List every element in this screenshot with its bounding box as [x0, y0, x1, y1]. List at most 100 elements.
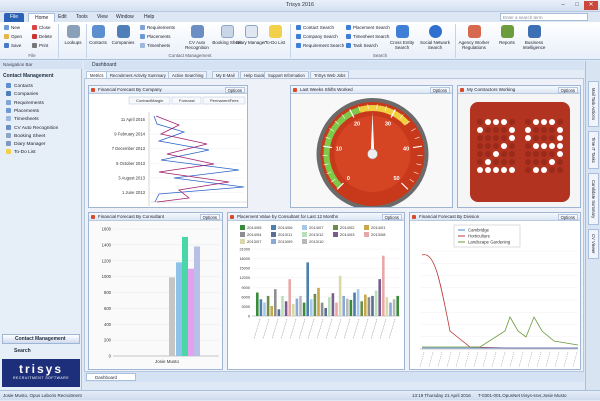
- tab-help[interactable]: Help: [138, 13, 160, 22]
- requirement-search-button[interactable]: Requirement Search: [296, 43, 344, 48]
- open-button[interactable]: Open: [4, 34, 22, 39]
- led-dot: [525, 159, 531, 165]
- led-dot: [501, 135, 507, 141]
- right-tab-cv-viewer[interactable]: CV Viewer: [588, 229, 599, 259]
- x-category-label-placeholder: [371, 319, 377, 339]
- bar: [176, 262, 182, 356]
- tab-file[interactable]: File: [4, 13, 24, 22]
- x-category-label-placeholder: [317, 319, 323, 339]
- right-tab-candidate-summary[interactable]: Candidate Summary: [588, 173, 599, 225]
- x-tick-label-placeholder: [537, 352, 541, 367]
- led-panel: [470, 102, 570, 202]
- timesheets-button[interactable]: Timesheets: [140, 43, 170, 48]
- bottom-tab-dashboard[interactable]: Dashboard: [86, 373, 136, 381]
- nav-item-companies[interactable]: Companies: [6, 91, 38, 97]
- led-dot: [525, 151, 531, 157]
- cv-auto-button[interactable]: CV Auto Recognition: [180, 25, 214, 50]
- tab-support-information[interactable]: Support Information: [264, 71, 309, 78]
- date-tick-label: 3 August 2013: [118, 175, 145, 180]
- company-search-label: Company Search: [303, 34, 338, 39]
- requirements-button[interactable]: Requirements: [140, 25, 175, 30]
- led-dot: [493, 135, 499, 141]
- task-search-button[interactable]: Task Search: [346, 43, 378, 48]
- tab-window[interactable]: Window: [110, 13, 140, 22]
- date-tick-label: 9 February 2014: [114, 132, 145, 137]
- led-dot: [501, 159, 507, 165]
- contact-search-label: Contact Search: [303, 25, 334, 30]
- cross-entity-search-button[interactable]: Cross Entity Search: [386, 25, 418, 50]
- contacts-label: Contacts: [89, 40, 107, 45]
- search-input[interactable]: Enter a search term: [500, 13, 588, 21]
- delete-button[interactable]: Delete: [32, 34, 52, 39]
- nav-item-contacts[interactable]: Contacts: [6, 83, 33, 89]
- panel-title: Placement Value by Consultant for Last 1…: [237, 214, 338, 219]
- close-icon[interactable]: ✕: [584, 1, 598, 10]
- options-button[interactable]: Options: [558, 214, 578, 220]
- nav-contact-management-button[interactable]: Contact Management: [2, 334, 80, 344]
- placements-button[interactable]: Placements: [140, 34, 171, 39]
- x-tick-label-placeholder: [528, 352, 532, 367]
- chart-icon: [230, 215, 234, 219]
- nav-item-icon: [6, 116, 11, 121]
- legend-label: Forecast: [179, 98, 195, 103]
- placement-search-button[interactable]: Placement Search: [346, 25, 390, 30]
- x-tick-label-placeholder: [492, 352, 496, 367]
- nav-item-booking-sheet[interactable]: Booking Sheet: [6, 133, 45, 139]
- reports-icon: [501, 25, 514, 38]
- x-category-label-placeholder: [353, 319, 359, 339]
- legend-swatch: [333, 232, 338, 237]
- options-button[interactable]: Options: [225, 87, 245, 93]
- y-tick-label: 3000: [242, 305, 250, 309]
- tab-active-searching[interactable]: Active Searching: [168, 71, 207, 78]
- tab-trisys-web-jobs[interactable]: TriSys Web Jobs: [310, 71, 349, 78]
- tab-recruitment-activity-summary[interactable]: Recruitment Activity Summary: [106, 71, 170, 78]
- social-network-search-button[interactable]: Social Network Search: [418, 25, 452, 50]
- led-dot: [533, 151, 539, 157]
- led-dot: [509, 159, 515, 165]
- save-button[interactable]: Save: [4, 43, 21, 48]
- bar: [368, 297, 371, 316]
- nav-item-timesheets[interactable]: Timesheets: [6, 116, 39, 122]
- logo-word: trisys: [2, 359, 80, 376]
- legend-label: 2014/06: [278, 225, 293, 230]
- maximize-icon[interactable]: □: [570, 1, 584, 10]
- led-dot: [485, 151, 491, 157]
- nav-item-icon: [6, 133, 11, 138]
- options-button[interactable]: Options: [558, 87, 578, 93]
- companies-button[interactable]: Companies: [108, 25, 138, 45]
- business-intelligence-button[interactable]: Business Intelligence: [516, 25, 552, 50]
- print-button[interactable]: Print: [32, 43, 48, 48]
- led-dot: [477, 143, 483, 149]
- nav-search-button[interactable]: Search: [2, 346, 80, 356]
- print-label: Print: [39, 43, 48, 48]
- nav-item-placements[interactable]: Placements: [6, 108, 39, 114]
- bar: [364, 295, 367, 316]
- nav-item-label: Booking Sheet: [14, 134, 45, 139]
- company-search-button[interactable]: Company Search: [296, 34, 338, 39]
- contact-search-button[interactable]: Contact Search: [296, 25, 334, 30]
- nav-item-cv-auto-recognition[interactable]: CV Auto Recognition: [6, 125, 58, 131]
- options-button[interactable]: Options: [200, 214, 220, 220]
- led-dot: [509, 151, 515, 157]
- gauge-icon: [293, 88, 297, 92]
- options-button[interactable]: Options: [430, 87, 450, 93]
- nav-item-requirements[interactable]: Requirements: [6, 100, 44, 106]
- bar: [339, 276, 342, 316]
- timesheet-search-button[interactable]: Timesheet Search: [346, 34, 389, 39]
- close-button[interactable]: Close: [32, 25, 51, 30]
- right-tab-time-it-tasks[interactable]: Time IT Tasks: [588, 131, 599, 169]
- bar: [357, 289, 360, 316]
- agency-worker-button[interactable]: Agency Worker Regulations: [456, 25, 492, 50]
- bar: [324, 308, 327, 316]
- tab-metrics[interactable]: Metrics: [86, 71, 108, 78]
- right-tab-mail-task-actions[interactable]: Mail Task Actions: [588, 81, 599, 127]
- bar: [328, 297, 331, 316]
- new-button[interactable]: New: [4, 25, 20, 30]
- nav-item-diary-manager[interactable]: Diary Manager: [6, 141, 45, 147]
- minimize-icon[interactable]: –: [556, 1, 570, 10]
- options-button[interactable]: Options: [382, 214, 402, 220]
- led-dot: [485, 135, 491, 141]
- todo-list-button[interactable]: To-Do List: [260, 25, 290, 45]
- tab-my-e-mail[interactable]: My E-Mail: [212, 71, 239, 78]
- nav-item-to-do-list[interactable]: To-Do List: [6, 149, 36, 155]
